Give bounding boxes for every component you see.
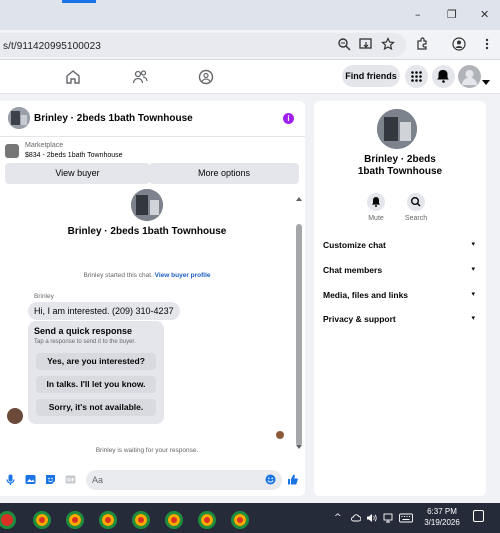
scroll-thumb[interactable] xyxy=(296,224,302,446)
scroll-up-icon[interactable] xyxy=(296,196,302,202)
quick-reply-yes[interactable]: Yes, are you interested? xyxy=(36,353,156,370)
browser-tab-strip: – ❐ ✕ xyxy=(0,0,500,30)
install-app-icon[interactable] xyxy=(359,37,373,51)
sender-avatar[interactable] xyxy=(7,408,23,424)
notification-center-icon[interactable] xyxy=(473,510,484,522)
chevron-down-icon: ▾ xyxy=(471,314,475,322)
conversation-info-panel: Brinley · 2beds 1bath Townhouse Mute Sea… xyxy=(314,101,486,496)
active-tab-indicator[interactable] xyxy=(62,0,96,3)
waiting-notice: Brinley is waiting for your response. xyxy=(95,447,199,454)
chat-members-row[interactable]: Chat members ▾ xyxy=(323,265,475,279)
zoom-icon[interactable] xyxy=(337,37,351,51)
chat-started-text: Brinley started this chat. xyxy=(83,272,153,279)
gif-icon[interactable]: GIF xyxy=(65,474,76,485)
chrome-app-icon[interactable] xyxy=(132,511,150,529)
url-text[interactable]: s/t/911420995100023 xyxy=(3,41,101,52)
minimize-button[interactable]: – xyxy=(415,8,421,21)
search-conversation-button[interactable] xyxy=(407,193,425,211)
chat-header: Brinley · 2beds 1bath Townhouse i xyxy=(0,101,305,137)
quick-response-card: Send a quick response Tap a response to … xyxy=(28,321,164,424)
chrome-app-icon[interactable] xyxy=(165,511,183,529)
chrome-app-icon[interactable] xyxy=(33,511,51,529)
search-label: Search xyxy=(404,215,428,222)
bookmark-star-icon[interactable] xyxy=(381,37,395,51)
info-panel-avatar[interactable] xyxy=(377,109,417,149)
chrome-app-icon[interactable] xyxy=(66,511,84,529)
account-chevron-icon[interactable] xyxy=(482,80,490,86)
chevron-down-icon: ▾ xyxy=(471,290,475,298)
view-buyer-button[interactable]: View buyer xyxy=(5,163,150,184)
mute-label: Mute xyxy=(368,215,384,222)
profile-icon[interactable] xyxy=(452,37,466,51)
conversation-avatar xyxy=(131,189,163,221)
account-avatar[interactable] xyxy=(458,65,481,88)
info-icon[interactable]: i xyxy=(283,113,294,124)
view-buyer-profile-link[interactable]: View buyer profile xyxy=(155,272,211,279)
listing-thumbnail[interactable] xyxy=(8,107,30,129)
sticker-icon[interactable] xyxy=(45,474,56,485)
emoji-icon[interactable] xyxy=(265,474,276,485)
chevron-down-icon: ▾ xyxy=(471,265,475,273)
home-icon[interactable] xyxy=(64,68,82,86)
chrome-app-icon[interactable] xyxy=(99,511,117,529)
notifications-button[interactable] xyxy=(432,65,455,88)
quick-reply-not-available[interactable]: Sorry, it's not available. xyxy=(36,399,156,416)
chrome-app-icon[interactable] xyxy=(231,511,249,529)
customize-chat-row[interactable]: Customize chat ▾ xyxy=(323,240,475,254)
browser-menu-icon[interactable] xyxy=(480,37,494,51)
user-silhouette-icon xyxy=(462,70,477,85)
media-files-links-label: Media, files and links xyxy=(323,290,409,300)
restore-button[interactable]: ❐ xyxy=(447,8,457,21)
network-icon[interactable] xyxy=(383,513,393,523)
message-input-placeholder: Aa xyxy=(92,475,104,485)
chrome-app-icon[interactable] xyxy=(0,511,16,529)
privacy-support-label: Privacy & support xyxy=(323,314,396,324)
chat-title[interactable]: Brinley · 2beds 1bath Townhouse xyxy=(34,113,193,124)
photo-icon[interactable] xyxy=(25,474,36,485)
menu-button[interactable] xyxy=(405,65,428,88)
customize-chat-label: Customize chat xyxy=(323,240,386,250)
chat-panel: Brinley · 2beds 1bath Townhouse i Market… xyxy=(0,101,305,496)
chat-scrollbar[interactable] xyxy=(296,196,302,450)
chat-members-label: Chat members xyxy=(323,265,383,275)
info-panel-title: Brinley · 2beds 1bath Townhouse xyxy=(357,154,443,177)
marketplace-label: Marketplace xyxy=(25,142,64,149)
message-bubble: Hi, I am interested. (209) 310-4237 xyxy=(28,302,180,320)
read-receipt-avatar xyxy=(276,431,284,439)
mute-button[interactable] xyxy=(367,193,385,211)
taskbar-clock-time[interactable]: 6:37 PM xyxy=(424,507,460,516)
privacy-support-row[interactable]: Privacy & support ▾ xyxy=(323,314,475,328)
scroll-down-icon[interactable] xyxy=(296,444,302,450)
quick-reply-in-talks[interactable]: In talks. I'll let you know. xyxy=(36,376,156,393)
gaming-icon[interactable] xyxy=(197,68,215,86)
more-options-button[interactable]: More options xyxy=(149,163,299,184)
chrome-app-icon[interactable] xyxy=(198,511,216,529)
marketplace-thumbnail xyxy=(5,144,19,158)
search-icon xyxy=(410,196,421,207)
volume-icon[interactable] xyxy=(366,513,377,523)
find-friends-button[interactable]: Find friends xyxy=(342,65,400,87)
quick-response-subtitle: Tap a response to send it to the buyer. xyxy=(34,339,136,345)
sender-name: Brinley xyxy=(34,293,54,300)
bell-icon xyxy=(437,70,449,83)
extensions-icon[interactable] xyxy=(415,37,429,51)
like-thumb-icon[interactable] xyxy=(287,474,298,485)
conversation-title: Brinley · 2beds 1bath Townhouse xyxy=(67,226,227,237)
microphone-icon[interactable] xyxy=(5,474,16,485)
svg-text:GIF: GIF xyxy=(66,478,74,484)
chat-started-notice: Brinley started this chat. View buyer pr… xyxy=(0,272,294,279)
close-window-button[interactable]: ✕ xyxy=(480,8,489,21)
chevron-down-icon: ▾ xyxy=(471,240,475,248)
quick-response-title: Send a quick response xyxy=(34,326,133,336)
message-input[interactable]: Aa xyxy=(86,470,282,490)
bell-icon xyxy=(372,197,380,207)
friends-icon[interactable] xyxy=(131,68,149,86)
keyboard-icon[interactable] xyxy=(399,513,413,523)
listing-price-line[interactable]: $834 - 2beds 1bath Townhouse xyxy=(25,152,123,159)
cloud-icon[interactable] xyxy=(351,513,361,523)
media-files-links-row[interactable]: Media, files and links ▾ xyxy=(323,290,475,304)
grid-menu-icon xyxy=(411,71,422,82)
taskbar-clock-date[interactable]: 3/19/2026 xyxy=(420,518,464,527)
tray-expand-icon[interactable]: ^ xyxy=(334,513,342,523)
